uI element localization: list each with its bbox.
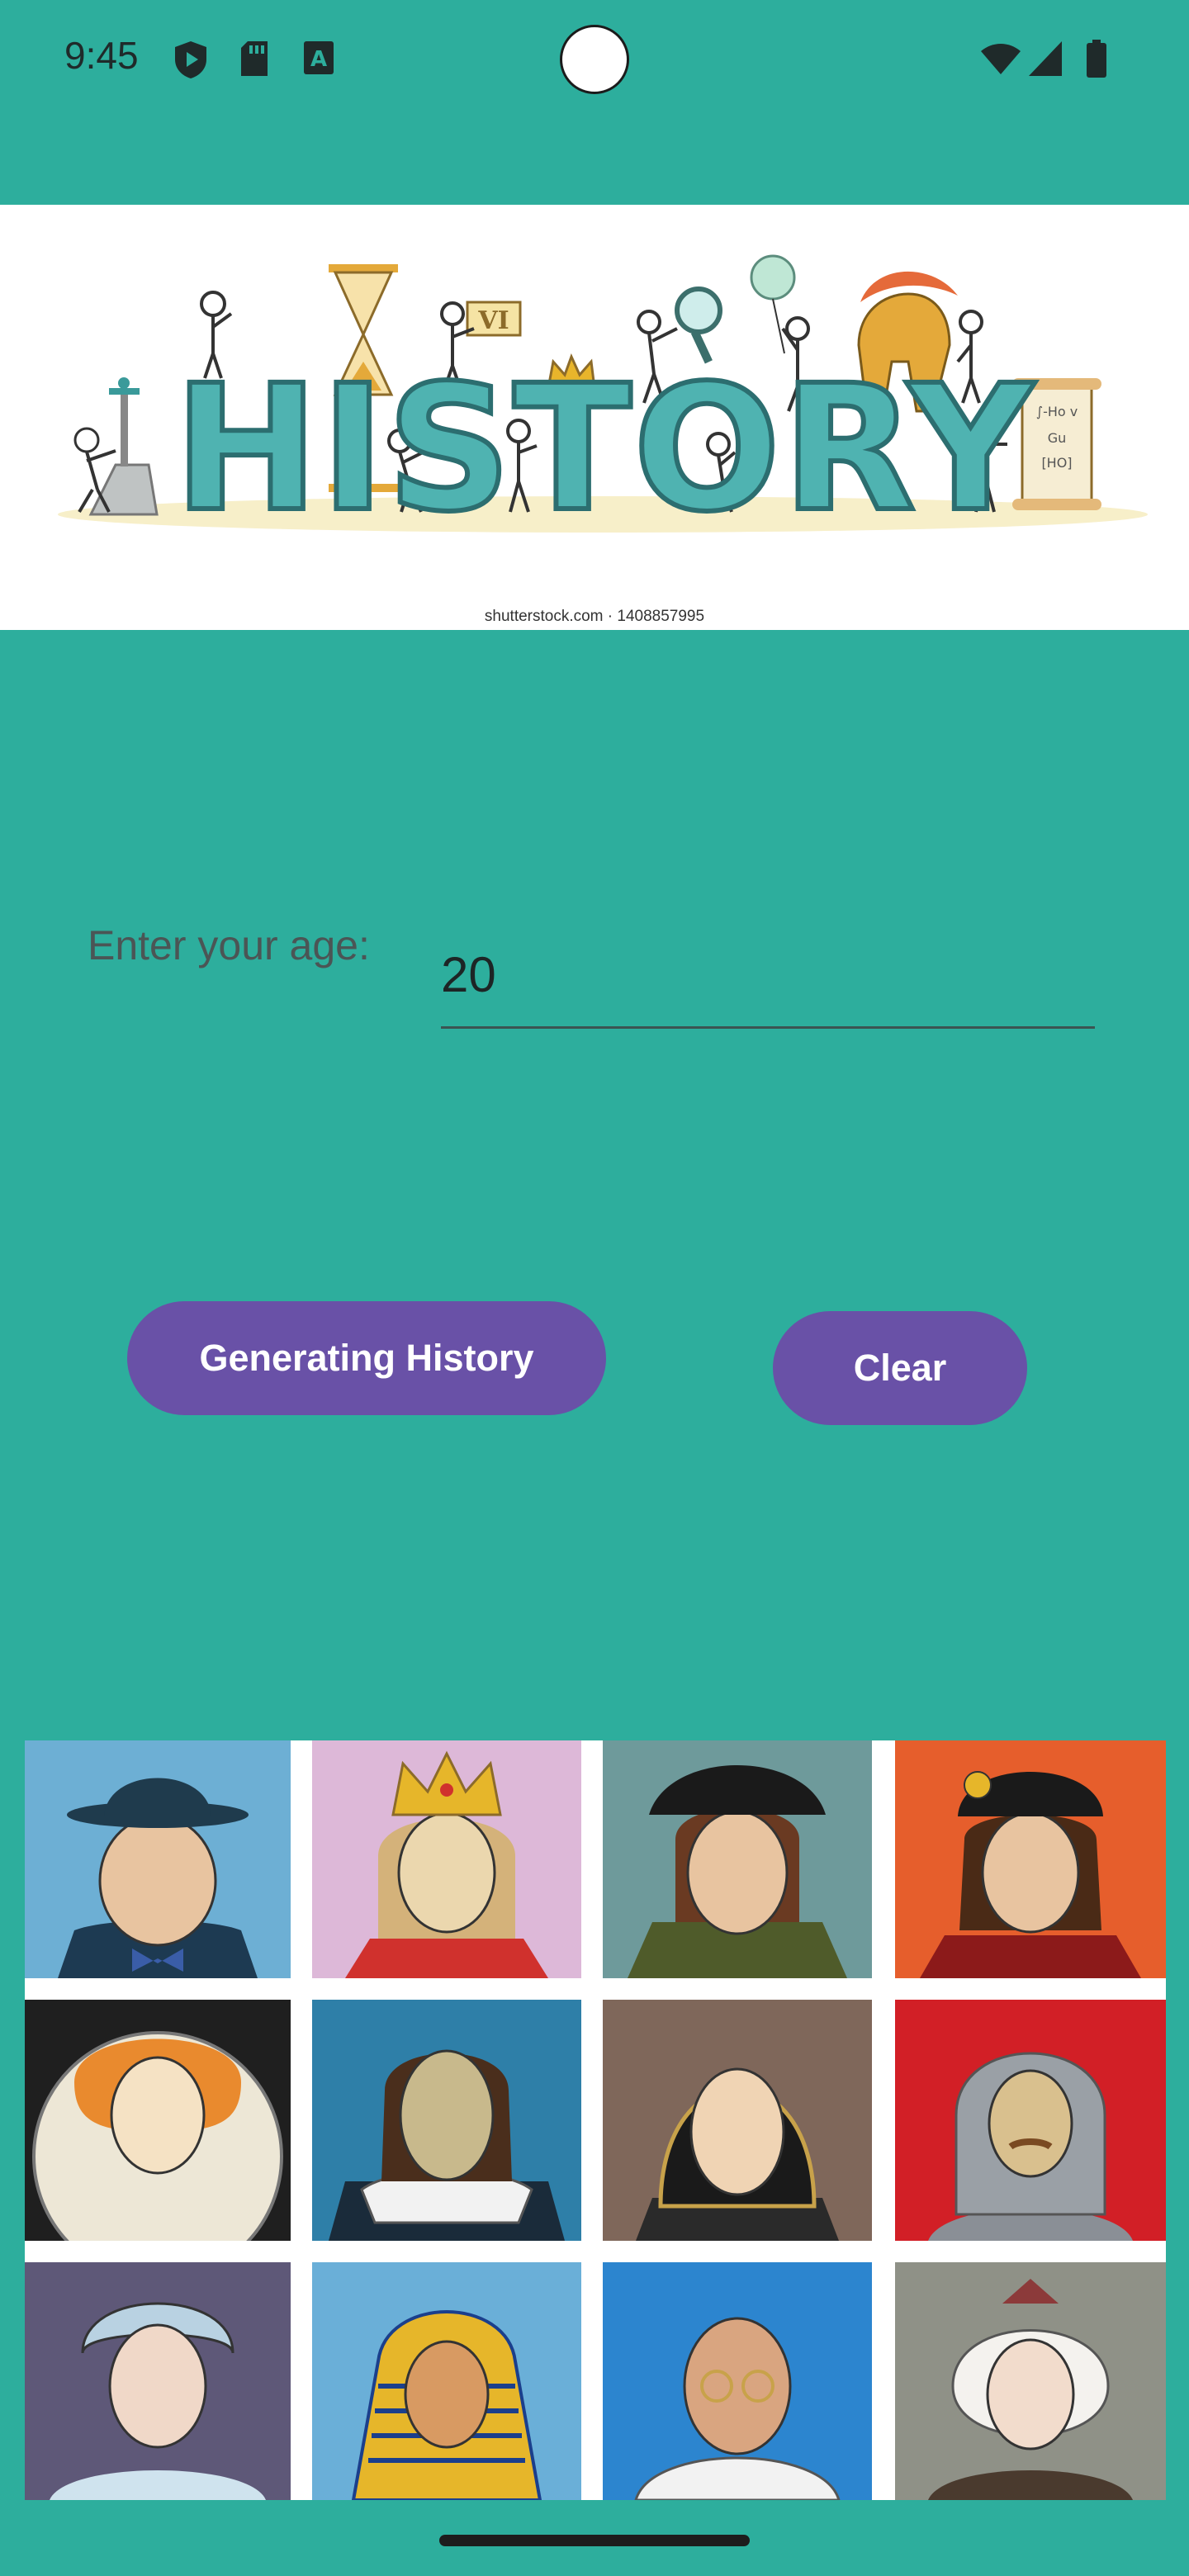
camera-cutout bbox=[560, 25, 629, 94]
status-time: 9:45 bbox=[64, 34, 139, 77]
portrait-tudor-cap bbox=[603, 1740, 872, 1978]
portrait-crowned-queen bbox=[312, 1740, 581, 1978]
keyboard-a-icon: A bbox=[304, 41, 334, 74]
generate-history-button[interactable]: Generating History bbox=[127, 1301, 606, 1415]
banner-title: HISTORY bbox=[173, 348, 1035, 550]
history-banner-illustration: VI ∫-Ho v Gu [HO] HISTORY bbox=[58, 254, 1148, 552]
shield-play-icon bbox=[175, 41, 206, 78]
age-input[interactable] bbox=[441, 923, 1095, 1029]
portrait-hat-statesman bbox=[25, 1740, 291, 1978]
banner-credit: shutterstock.com · 1408857995 bbox=[484, 608, 705, 625]
portrait-hooded-queen bbox=[603, 2000, 872, 2241]
plaque-numeral: VI bbox=[477, 306, 509, 335]
wifi-icon bbox=[981, 44, 1021, 74]
sd-card-icon bbox=[241, 41, 268, 76]
portrait-bonnet-lady bbox=[25, 2262, 291, 2500]
status-bar: 9:45 A bbox=[0, 0, 1189, 124]
svg-text:Gu: Gu bbox=[1048, 430, 1067, 446]
portrait-pharaoh bbox=[312, 2262, 581, 2500]
battery-icon bbox=[1087, 40, 1106, 78]
portrait-elizabeth bbox=[25, 2000, 291, 2241]
portrait-white-hair-queen bbox=[895, 2262, 1166, 2500]
clear-button[interactable]: Clear bbox=[773, 1311, 1027, 1425]
svg-text:∫-Ho v: ∫-Ho v bbox=[1036, 404, 1078, 419]
portrait-grid bbox=[25, 1740, 1166, 2500]
gesture-nav-handle[interactable] bbox=[439, 2535, 750, 2546]
portrait-shakespeare bbox=[312, 2000, 581, 2241]
cell-signal-icon bbox=[1029, 41, 1062, 76]
portrait-knight-chainmail bbox=[895, 2000, 1166, 2241]
svg-text:[HO]: [HO] bbox=[1041, 455, 1072, 471]
portrait-gandhi bbox=[603, 2262, 872, 2500]
portrait-jeweled-cap bbox=[895, 1740, 1166, 1978]
history-banner: VI ∫-Ho v Gu [HO] HISTORY shutterstock.c… bbox=[0, 205, 1189, 630]
age-label: Enter your age: bbox=[88, 922, 370, 968]
svg-text:A: A bbox=[310, 47, 327, 72]
